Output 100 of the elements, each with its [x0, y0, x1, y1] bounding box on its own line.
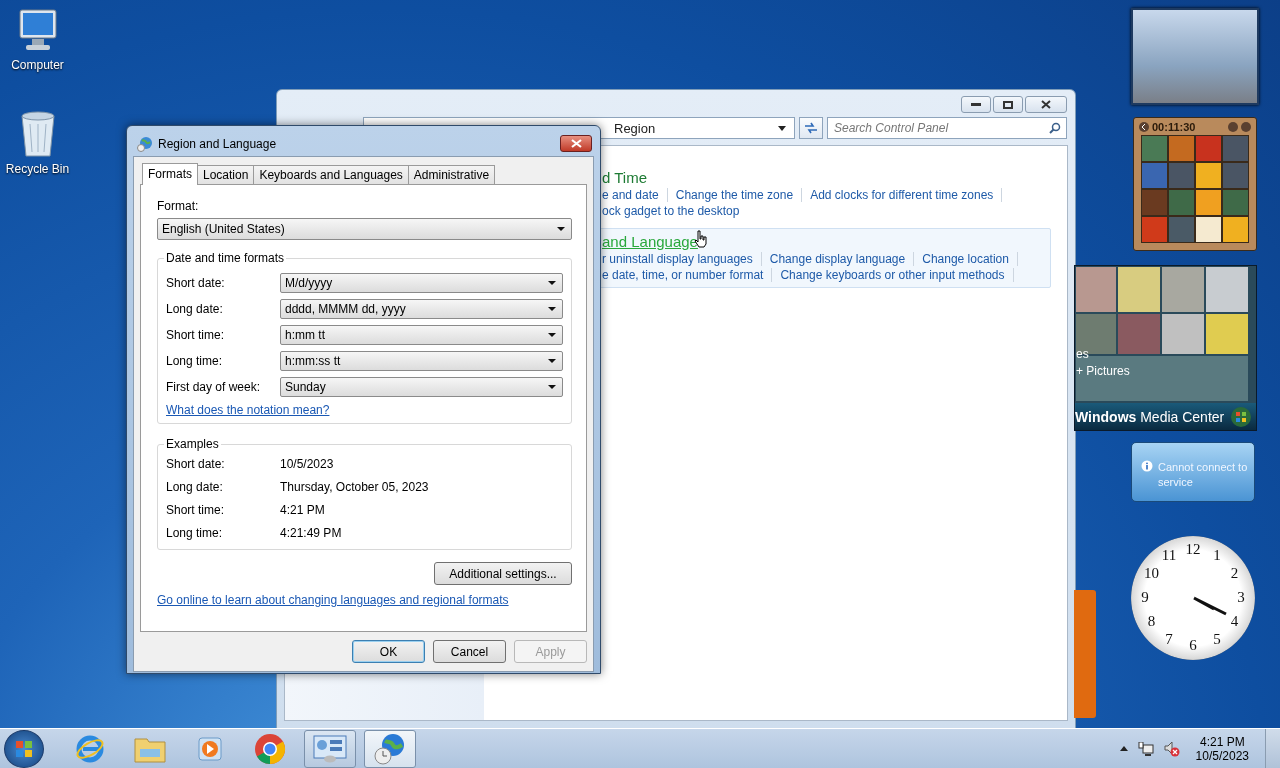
minimize-button[interactable] — [961, 96, 991, 113]
field-label: Long time: — [166, 354, 224, 368]
format-label: Format: — [157, 199, 200, 213]
close-button[interactable] — [560, 135, 592, 152]
tab[interactable]: Location — [197, 165, 255, 184]
format-dropdown[interactable]: M/d/yyyy — [280, 273, 563, 293]
tray-time[interactable]: 4:21 PM — [1199, 734, 1245, 749]
refresh-button[interactable] — [799, 117, 823, 139]
dialog-button[interactable]: OK — [352, 640, 425, 663]
taskbar-button[interactable] — [304, 729, 356, 768]
search-field[interactable]: Search Control Panel — [827, 117, 1067, 139]
example-value: 4:21 PM — [280, 503, 325, 517]
example-value: 10/5/2023 — [280, 457, 334, 471]
clock-numeral: 10 — [1142, 565, 1160, 583]
tab[interactable]: Formats — [142, 163, 198, 185]
clock-numeral: 3 — [1236, 589, 1246, 607]
task-link[interactable]: Change display language — [769, 252, 906, 266]
example-value: 4:21:49 PM — [280, 526, 342, 540]
info-icon — [1141, 460, 1153, 472]
minimize-icon — [971, 102, 981, 107]
taskbar-button[interactable] — [364, 729, 416, 768]
field-label: First day of week: — [166, 380, 262, 394]
task-link[interactable]: Add clocks for different time zones — [810, 188, 994, 202]
example-label: Long time: — [166, 526, 224, 540]
media-player-icon — [196, 734, 224, 763]
dropdown-arrow-icon — [548, 359, 556, 363]
format-dropdown[interactable]: English (United States) — [157, 218, 572, 240]
dropdown-arrow-icon — [548, 385, 556, 389]
media-menu-text[interactable]: + Pictures — [1076, 364, 1256, 378]
task-link[interactable]: Change location — [922, 252, 1009, 266]
format-dropdown[interactable]: dddd, MMMM dd, yyyy — [280, 299, 563, 319]
show-hidden-icons-icon[interactable] — [1119, 746, 1128, 751]
tab[interactable]: Keyboards and Languages — [253, 165, 409, 184]
clock-numeral: 1 — [1212, 547, 1222, 566]
globe-icon — [137, 135, 153, 152]
network-icon[interactable] — [1137, 741, 1154, 756]
close-icon — [1041, 100, 1051, 109]
format-dropdown[interactable]: h:mm:ss tt — [280, 351, 563, 371]
clock-hands-icon — [1192, 596, 1228, 616]
online-help-link[interactable]: Go online to learn about changing languages and regional formats — [157, 593, 572, 607]
dropdown-arrow-icon — [548, 281, 556, 285]
clock-numeral: 12 — [1184, 541, 1202, 559]
windows-logo-icon[interactable] — [1230, 405, 1252, 428]
clock-numeral: 5 — [1212, 630, 1222, 649]
example-label: Short time: — [166, 503, 226, 517]
dropdown-arrow-icon — [548, 307, 556, 311]
clock-numeral: 7 — [1164, 630, 1174, 649]
control-panel-icon — [313, 734, 347, 763]
restore-icon — [1003, 100, 1013, 109]
desktop-icon-label[interactable]: Recycle Bin — [5, 162, 70, 176]
example-label: Long date: — [166, 480, 224, 494]
field-label: Short time: — [166, 328, 226, 342]
puzzle-tiles-drawing[interactable] — [1141, 135, 1249, 243]
globe-clock-icon — [373, 732, 407, 765]
example-value: Thursday, October 05, 2023 — [280, 480, 429, 494]
field-label: Short date: — [166, 276, 226, 290]
weather-message: Cannot connect to service — [1158, 460, 1248, 490]
clock-numeral: 4 — [1229, 613, 1240, 631]
chrome-browser-icon — [254, 732, 286, 765]
media-center-title: Windows Media Center — [1075, 408, 1225, 425]
additional-settings-button[interactable]: Additional settings... — [434, 562, 572, 585]
task-link[interactable]: r uninstall display languages — [602, 252, 753, 266]
back-icon[interactable] — [1139, 122, 1149, 132]
start-button[interactable] — [4, 729, 44, 768]
tab[interactable]: Administrative — [407, 165, 496, 184]
windows-logo-icon — [15, 739, 33, 758]
task-link[interactable]: Change the time zone — [675, 188, 794, 202]
field-label: Long date: — [166, 302, 224, 316]
help-link[interactable]: What does the notation mean? — [166, 403, 563, 417]
dialog-button[interactable]: Cancel — [433, 640, 506, 663]
maximize-button[interactable] — [993, 96, 1023, 113]
puzzle-timer: 00:11:30 — [1152, 121, 1197, 133]
dropdown-arrow-icon — [548, 333, 556, 337]
search-icon — [1049, 122, 1061, 134]
example-label: Short date: — [166, 457, 226, 471]
refresh-icon — [804, 122, 818, 134]
help-icon[interactable] — [1228, 122, 1238, 132]
task-link[interactable]: ock gadget to the desktop — [602, 204, 740, 218]
dropdown-arrow-icon — [557, 227, 565, 231]
format-dropdown[interactable]: Sunday — [280, 377, 563, 397]
shuffle-icon[interactable] — [1241, 122, 1251, 132]
close-button[interactable] — [1025, 96, 1067, 113]
group-title: Date and time formats — [164, 251, 287, 265]
muted-speaker-icon[interactable] — [1163, 740, 1180, 757]
clock-numeral: 6 — [1188, 637, 1198, 655]
tray-date[interactable]: 10/5/2023 — [1195, 748, 1249, 763]
clock-numeral: 8 — [1146, 613, 1157, 631]
desktop-icon-label[interactable]: Computer — [11, 58, 64, 72]
task-link[interactable]: e and date — [602, 188, 659, 202]
dropdown-arrow-icon — [778, 125, 786, 131]
browser-e-icon — [75, 733, 105, 764]
dialog-title: Region and Language — [158, 136, 278, 151]
clock-numeral: 2 — [1229, 565, 1240, 583]
clock-numeral: 11 — [1160, 547, 1178, 566]
task-link[interactable]: e date, time, or number format — [602, 268, 764, 282]
media-menu-text[interactable]: es — [1076, 347, 1256, 361]
format-dropdown[interactable]: h:mm tt — [280, 325, 563, 345]
task-link[interactable]: Change keyboards or other input methods — [780, 268, 1005, 282]
group-title: Examples — [164, 437, 221, 451]
category-title-link[interactable]: d Time — [602, 169, 1046, 186]
